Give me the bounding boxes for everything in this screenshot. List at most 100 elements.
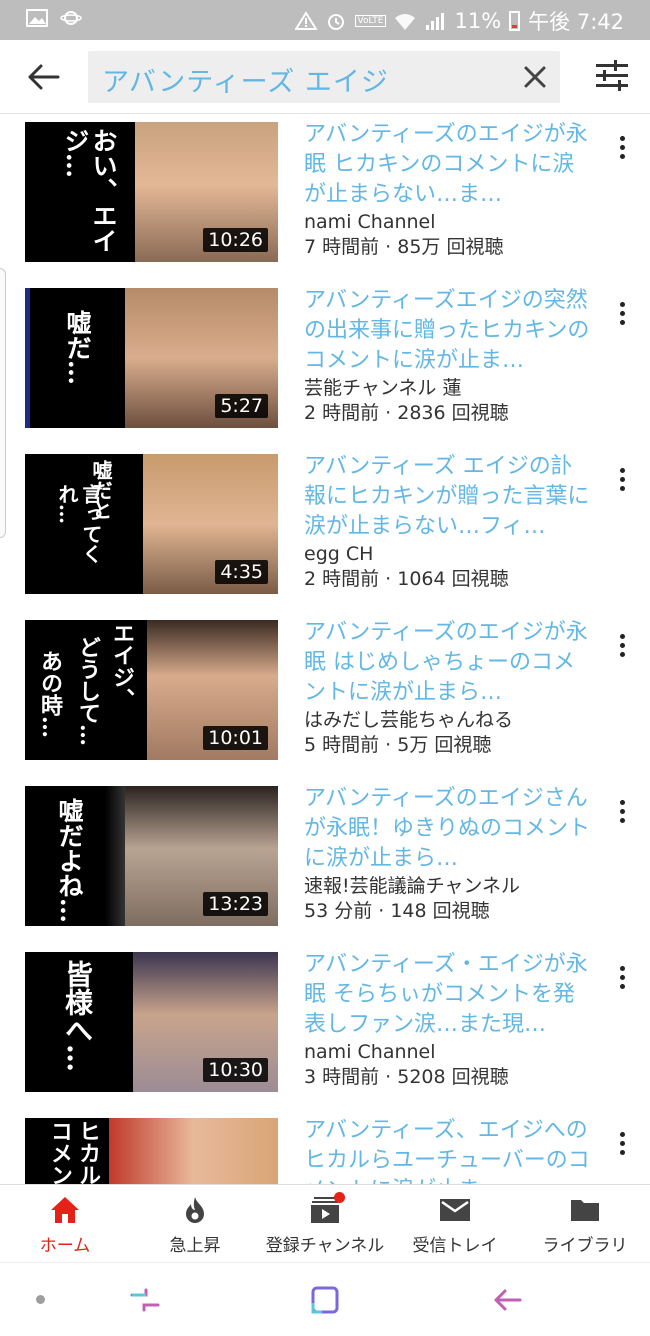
more-options-button[interactable]	[616, 1130, 628, 1156]
nav-inbox-label: 受信トレイ	[412, 1236, 498, 1256]
search-input[interactable]: アバンティーズ エイジ	[88, 51, 560, 103]
video-thumbnail[interactable]: おい、エイジ… 10:26	[25, 122, 278, 262]
video-stats: 53 分前 · 148 回視聴	[304, 900, 490, 922]
bottom-navigation: ホーム 急上昇 登録チャンネル 受信トレイ ライブラリ	[0, 1184, 650, 1262]
battery-icon	[509, 11, 521, 31]
video-thumbnail[interactable]: 嘘だよね… 13:23	[25, 786, 278, 926]
thumbnail-caption-c: あの時…	[37, 650, 63, 738]
video-stats: 5 時間前 · 5万 回視聴	[304, 734, 492, 756]
thumbnail-caption: 嘘だ…	[63, 310, 92, 385]
notification-badge	[334, 1192, 345, 1203]
more-options-button[interactable]	[616, 466, 628, 492]
video-thumbnail[interactable]: ヒカル コメン	[25, 1118, 278, 1184]
back-arrow-icon	[494, 1289, 522, 1311]
channel-name[interactable]: egg CH	[304, 542, 594, 567]
home-square-icon	[311, 1286, 339, 1314]
planet-notification-icon	[60, 8, 82, 28]
more-options-button[interactable]	[616, 300, 628, 326]
video-result-item[interactable]: 嘘だと 言ってくれ… 4:35 アバンティーズ エイジの訃報にヒカキンが贈った言…	[0, 446, 650, 612]
video-stats: 2 時間前 · 1064 回視聴	[304, 568, 509, 590]
search-query-text: アバンティーズ エイジ	[102, 67, 389, 98]
video-duration: 10:30	[203, 1058, 268, 1082]
system-navigation-bar	[0, 1262, 650, 1336]
video-title[interactable]: アバンティーズエイジの突然の出来事に贈ったヒカキンのコメントに涙が止ま…	[304, 286, 594, 376]
video-title[interactable]: アバンティーズのエイジが永眠 はじめしゃちょーのコメントに涙が止まら…	[304, 618, 594, 708]
video-duration: 10:01	[203, 726, 268, 750]
recent-apps-icon	[130, 1288, 160, 1312]
status-bar: VoLTE 11% 午後 7:42	[0, 0, 650, 40]
video-result-item[interactable]: おい、エイジ… 10:26 アバンティーズのエイジが永眠 ヒカキンのコメントに涙…	[0, 114, 650, 280]
search-header: アバンティーズ エイジ	[0, 40, 650, 114]
video-duration: 4:35	[215, 560, 268, 584]
image-notification-icon	[26, 8, 48, 28]
home-icon	[49, 1195, 81, 1225]
more-options-button[interactable]	[616, 134, 628, 160]
nav-home[interactable]: ホーム	[0, 1185, 130, 1263]
folder-icon	[569, 1195, 601, 1225]
video-duration: 5:27	[215, 394, 268, 418]
nav-inbox[interactable]: 受信トレイ	[390, 1185, 520, 1263]
thumbnail-caption-b: どうして…	[75, 636, 101, 746]
nav-library-label: ライブラリ	[542, 1236, 628, 1256]
recent-apps-button[interactable]	[128, 1283, 162, 1317]
thumbnail-caption-a: ヒカル	[75, 1120, 101, 1184]
more-options-button[interactable]	[616, 632, 628, 658]
channel-name[interactable]: nami Channel	[304, 1040, 594, 1065]
nav-dot-indicator	[36, 1295, 45, 1304]
video-duration: 13:23	[203, 892, 268, 916]
video-result-item[interactable]: 嘘だ… 5:27 アバンティーズエイジの突然の出来事に贈ったヒカキンのコメントに…	[0, 280, 650, 446]
subscriptions-icon	[309, 1192, 345, 1225]
video-result-item[interactable]: 嘘だよね… 13:23 アバンティーズのエイジさんが永眠！ゆきりぬのコメントに涙…	[0, 778, 650, 944]
clear-search-button[interactable]	[522, 64, 548, 90]
video-title[interactable]: アバンティーズのエイジさんが永眠！ゆきりぬのコメントに涙が止まら…	[304, 784, 594, 874]
video-thumbnail[interactable]: 嘘だ… 5:27	[25, 288, 278, 428]
wifi-icon	[394, 11, 416, 31]
video-thumbnail[interactable]: エイジ、 どうして… あの時… 10:01	[25, 620, 278, 760]
nav-subscriptions-label: 登録チャンネル	[265, 1236, 385, 1256]
thumbnail-caption: おい、エイジ…	[61, 128, 118, 253]
back-system-button[interactable]	[490, 1283, 524, 1317]
video-result-item[interactable]: エイジ、 どうして… あの時… 10:01 アバンティーズのエイジが永眠 はじめ…	[0, 612, 650, 778]
more-options-button[interactable]	[616, 964, 628, 990]
video-title[interactable]: アバンティーズ、エイジへのヒカルらユーチューバーのコメントに涙が止ま…	[304, 1116, 594, 1184]
nav-trending-label: 急上昇	[169, 1236, 221, 1256]
arrow-left-icon	[28, 64, 60, 90]
inbox-mail-icon	[439, 1195, 471, 1225]
channel-name[interactable]: 速報!芸能議論チャンネル	[304, 874, 594, 899]
video-thumbnail[interactable]: 嘘だと 言ってくれ… 4:35	[25, 454, 278, 594]
thumbnail-caption: 皆様へ…	[61, 960, 94, 1072]
nav-trending[interactable]: 急上昇	[130, 1185, 260, 1263]
nav-home-label: ホーム	[39, 1236, 91, 1256]
video-title[interactable]: アバンティーズのエイジが永眠 ヒカキンのコメントに涙が止まらない…ま…	[304, 120, 594, 210]
warning-icon	[293, 11, 318, 31]
filter-button[interactable]	[594, 58, 630, 94]
clock: 午後 7:42	[528, 10, 624, 34]
video-title[interactable]: アバンティーズ エイジの訃報にヒカキンが贈った言葉に涙が止まらない…フィ…	[304, 452, 594, 542]
video-title[interactable]: アバンティーズ・エイジが永眠 そらちぃがコメントを発表しファン涙…また現…	[304, 950, 594, 1040]
thumbnail-caption-b: コメン	[47, 1120, 73, 1184]
home-system-button[interactable]	[308, 1283, 342, 1317]
more-options-button[interactable]	[616, 798, 628, 824]
battery-percent: 11%	[454, 9, 502, 33]
channel-name[interactable]: nami Channel	[304, 210, 594, 235]
video-stats: 3 時間前 · 5208 回視聴	[304, 1066, 509, 1088]
video-duration: 10:26	[203, 228, 268, 252]
video-result-item[interactable]: 皆様へ… 10:30 アバンティーズ・エイジが永眠 そらちぃがコメントを発表しフ…	[0, 944, 650, 1110]
search-results-list: おい、エイジ… 10:26 アバンティーズのエイジが永眠 ヒカキンのコメントに涙…	[0, 114, 650, 1184]
video-result-item[interactable]: ヒカル コメン アバンティーズ、エイジへのヒカルらユーチューバーのコメントに涙が…	[0, 1110, 650, 1184]
signal-icon	[424, 11, 446, 31]
back-button[interactable]	[24, 60, 64, 94]
thumbnail-caption-b: 言ってくれ…	[55, 484, 103, 564]
thumbnail-caption: 嘘だよね…	[55, 798, 84, 923]
flame-icon	[179, 1195, 211, 1225]
video-thumbnail[interactable]: 皆様へ… 10:30	[25, 952, 278, 1092]
channel-name[interactable]: はみだし芸能ちゃんねる	[304, 708, 594, 733]
nav-subscriptions[interactable]: 登録チャンネル	[260, 1185, 390, 1263]
video-stats: 2 時間前 · 2836 回視聴	[304, 402, 509, 424]
nav-library[interactable]: ライブラリ	[520, 1185, 650, 1263]
network-label: VoLTE	[354, 15, 387, 27]
video-stats: 7 時間前 · 85万 回視聴	[304, 236, 504, 258]
close-icon	[524, 66, 546, 88]
channel-name[interactable]: 芸能チャンネル 蓮	[304, 376, 594, 401]
alarm-icon	[325, 11, 347, 31]
